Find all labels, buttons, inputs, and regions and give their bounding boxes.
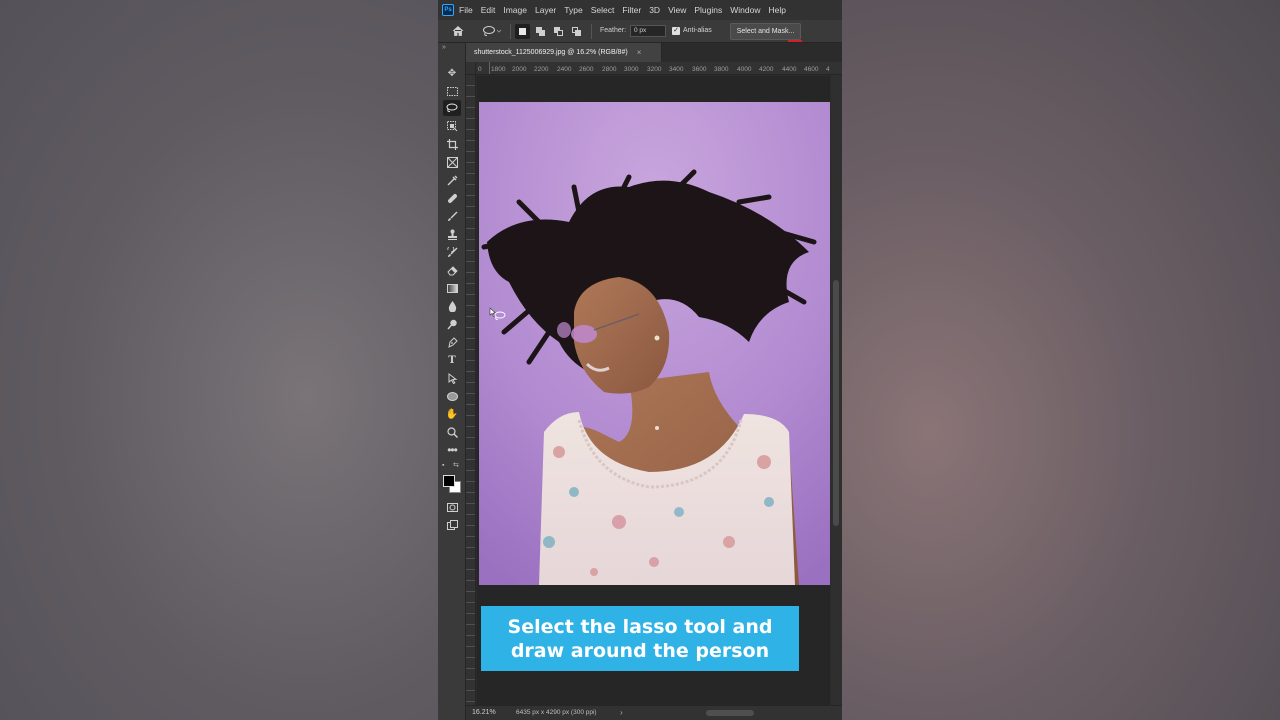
foreground-color-swatch[interactable] <box>443 475 455 487</box>
anti-alias-label: Anti-alias <box>683 27 712 34</box>
zoom-level[interactable]: 16.21% <box>472 709 496 716</box>
ruler-tick-label: 3000 <box>624 66 639 73</box>
spot-healing-tool-icon[interactable] <box>443 190 461 206</box>
ruler-tick-label: 1800 <box>491 66 506 73</box>
menu-layer[interactable]: Layer <box>535 5 556 15</box>
ruler-tick-label: 2400 <box>557 66 572 73</box>
ruler-origin[interactable] <box>466 62 476 75</box>
crop-tool-icon[interactable] <box>443 136 461 152</box>
document-tab-bar: shutterstock_1125006929.jpg @ 16.2% (RGB… <box>466 43 842 62</box>
vertical-ruler[interactable] <box>466 75 476 705</box>
document-tab[interactable]: shutterstock_1125006929.jpg @ 16.2% (RGB… <box>466 43 662 62</box>
eyedropper-tool-icon[interactable] <box>443 172 461 188</box>
feather-input[interactable]: 0 px <box>630 25 666 37</box>
history-brush-tool-icon[interactable] <box>443 244 461 260</box>
status-bar: 16.21% 6435 px x 4290 px (300 ppi) › <box>466 705 842 720</box>
ruler-tick-mark <box>489 62 490 74</box>
lasso-preset-icon[interactable] <box>482 25 502 37</box>
eraser-tool-icon[interactable] <box>443 262 461 278</box>
zoom-tool-icon[interactable] <box>443 424 461 440</box>
ruler-tick-label: 4 <box>826 66 830 73</box>
menu-image[interactable]: Image <box>503 5 527 15</box>
hand-tool-icon[interactable]: ✋ <box>443 406 461 422</box>
ellipse-tool-icon[interactable] <box>443 388 461 404</box>
caption-text: Select the lasso tool and draw around th… <box>507 615 773 662</box>
menu-view[interactable]: View <box>668 5 686 15</box>
clone-stamp-tool-icon[interactable] <box>443 226 461 242</box>
ruler-tick-label: 3800 <box>714 66 729 73</box>
status-info-arrow-icon[interactable]: › <box>620 708 623 717</box>
vertical-scroll-thumb[interactable] <box>833 280 839 526</box>
feather-label: Feather: <box>600 27 627 34</box>
menu-3d[interactable]: 3D <box>649 5 660 15</box>
more-tools-icon[interactable]: ••• <box>443 442 461 458</box>
swap-colors-icon[interactable]: ⇆ <box>453 461 459 469</box>
ruler-tick-label: 4000 <box>737 66 752 73</box>
add-to-selection-button[interactable] <box>533 24 548 39</box>
object-selection-tool-icon[interactable] <box>443 118 461 134</box>
document-info: 6435 px x 4290 px (300 ppi) <box>516 709 597 716</box>
menu-filter[interactable]: Filter <box>622 5 641 15</box>
path-selection-tool-icon[interactable] <box>443 370 461 386</box>
default-colors-icon[interactable]: ▪ <box>442 462 444 469</box>
horizontal-ruler[interactable]: 0 1800 2000 2200 2400 2600 2800 3000 320… <box>476 62 842 75</box>
collapse-panel-icon[interactable]: » <box>442 44 446 51</box>
pen-tool-icon[interactable] <box>443 334 461 350</box>
intersect-selection-button[interactable] <box>569 24 584 39</box>
home-icon[interactable] <box>452 25 464 37</box>
canvas-photo[interactable] <box>479 102 830 585</box>
menu-window[interactable]: Window <box>730 5 760 15</box>
subtract-from-selection-button[interactable] <box>551 24 566 39</box>
lasso-cursor-icon <box>489 307 506 321</box>
ruler-tick-label: 3200 <box>647 66 662 73</box>
close-tab-icon[interactable]: × <box>637 48 642 57</box>
photoshop-logo-icon: Ps <box>442 4 454 16</box>
frame-tool-icon[interactable] <box>443 154 461 170</box>
ruler-tick-label: 3400 <box>669 66 684 73</box>
lasso-tool-icon[interactable] <box>443 100 461 116</box>
ruler-tick-label: 4400 <box>782 66 797 73</box>
tutorial-caption: Select the lasso tool and draw around th… <box>481 606 799 671</box>
quick-mask-icon[interactable] <box>443 499 461 515</box>
ruler-tick-label: 0 <box>478 66 482 73</box>
vertical-scrollbar[interactable] <box>831 75 842 705</box>
dodge-tool-icon[interactable] <box>443 316 461 332</box>
document-tab-title: shutterstock_1125006929.jpg @ 16.2% (RGB… <box>474 49 628 56</box>
ruler-tick-label: 4600 <box>804 66 819 73</box>
type-tool-icon[interactable]: T <box>443 352 461 368</box>
brush-tool-icon[interactable] <box>443 208 461 224</box>
menu-plugins[interactable]: Plugins <box>694 5 722 15</box>
ruler-tick-label: 4200 <box>759 66 774 73</box>
menu-type[interactable]: Type <box>564 5 582 15</box>
menu-help[interactable]: Help <box>768 5 785 15</box>
menu-bar: Ps File Edit Image Layer Type Select Fil… <box>438 0 842 20</box>
anti-alias-checkbox[interactable]: ✓ <box>672 27 680 35</box>
gradient-tool-icon[interactable] <box>443 280 461 296</box>
ruler-tick-label: 2000 <box>512 66 527 73</box>
horizontal-scroll-thumb[interactable] <box>706 710 754 716</box>
screen-mode-icon[interactable] <box>443 517 461 533</box>
menu-file[interactable]: File <box>459 5 473 15</box>
options-separator <box>510 24 511 39</box>
options-separator <box>591 24 592 39</box>
blur-tool-icon[interactable] <box>443 298 461 314</box>
ruler-tick-label: 2200 <box>534 66 549 73</box>
marquee-tool-icon[interactable] <box>443 83 461 99</box>
menu-edit[interactable]: Edit <box>481 5 496 15</box>
blurred-background-right <box>842 0 1280 720</box>
red-underline-marker <box>788 40 802 42</box>
ruler-tick-label: 2800 <box>602 66 617 73</box>
new-selection-button[interactable] <box>515 24 530 39</box>
blurred-background-left <box>0 0 438 720</box>
ruler-tick-label: 2600 <box>579 66 594 73</box>
ruler-tick-label: 3600 <box>692 66 707 73</box>
tools-panel: » ✥ T ✋ ••• ▪ ⇆ <box>438 43 466 720</box>
options-bar: Feather: 0 px ✓ Anti-alias Select and Ma… <box>438 20 842 43</box>
menu-select[interactable]: Select <box>591 5 615 15</box>
move-tool-icon[interactable]: ✥ <box>443 65 461 81</box>
select-and-mask-button[interactable]: Select and Mask... <box>730 23 801 40</box>
